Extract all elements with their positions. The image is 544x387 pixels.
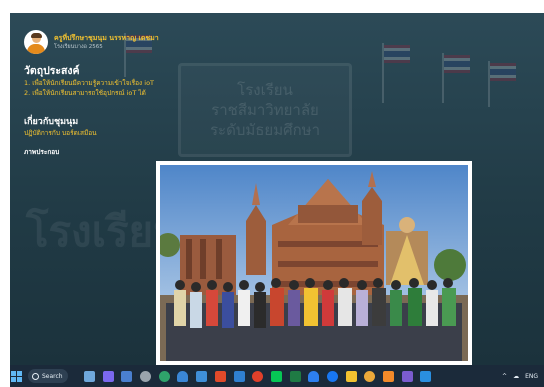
vscode-icon[interactable] — [420, 370, 432, 382]
onedrive-icon[interactable] — [177, 370, 189, 382]
search-icon — [32, 372, 39, 380]
illustration-photo-frame — [156, 161, 472, 365]
office-icon[interactable] — [214, 370, 226, 382]
about-text: ปฏิบัติการกับ บอร์ดเสมือน — [24, 129, 97, 137]
file-explorer-icon[interactable] — [84, 370, 95, 382]
chevron-up-icon[interactable]: ^ — [502, 373, 507, 380]
cloud-icon[interactable]: ☁ — [513, 373, 519, 380]
excel-icon[interactable] — [289, 370, 301, 382]
taskbar-apps — [84, 370, 439, 382]
facebook-icon[interactable] — [326, 370, 338, 382]
onedrive-blue-icon[interactable] — [308, 370, 320, 382]
slide: โรงเรียน ราชสีมาวิทยาลัย ระดับมัธยมศึกษา… — [10, 13, 544, 365]
objective-item: 1. เพื่อให้นักเรียนมีความรู้ความเข้าใจเร… — [24, 79, 155, 87]
flag-icon — [384, 45, 410, 63]
objective-item: 2. เพื่อให้นักเรียนสามารถใช้อุปกรณ์ ioT … — [24, 89, 146, 97]
presenter-header: ครูที่ปรึกษาชุมนุม นรรหาญ เดชมา โรงเรียน… — [24, 29, 159, 55]
system-tray: ^ ☁ ENG — [496, 365, 538, 387]
chrome-icon[interactable] — [364, 370, 376, 382]
avatar — [24, 30, 48, 54]
line-icon[interactable] — [270, 370, 282, 382]
mango-icon[interactable] — [383, 370, 394, 382]
background-sign: โรงเรียน ราชสีมาวิทยาลัย ระดับมัธยมศึกษา — [178, 63, 352, 157]
temple-group-photo — [160, 165, 468, 361]
taskbar-search[interactable]: Search — [28, 369, 68, 383]
chrome-red-icon[interactable] — [252, 370, 264, 382]
teacher-name: ครูที่ปรึกษาชุมนุม นรรหาญ เดชมา — [54, 33, 159, 42]
taskbar: Search ^ ☁ ENG — [10, 365, 544, 387]
about-title: เกี่ยวกับชุมนุม — [24, 117, 79, 127]
figure-label: ภาพประกอบ — [24, 148, 60, 156]
vscode-purple-icon[interactable] — [401, 370, 413, 382]
flag-icon — [490, 63, 516, 81]
language-indicator[interactable]: ENG — [525, 373, 538, 380]
objectives-title: วัตถุประสงค์ — [24, 65, 80, 77]
notepad-icon[interactable] — [196, 370, 208, 382]
search-label: Search — [42, 372, 63, 380]
flag-icon — [444, 55, 470, 73]
meet-icon[interactable] — [121, 370, 133, 382]
edge-icon[interactable] — [158, 370, 170, 382]
school-name: โรงเรียนบางอ 2565 — [54, 43, 103, 50]
settings-icon[interactable] — [140, 370, 152, 382]
camera-icon[interactable] — [102, 370, 114, 382]
mail-icon[interactable] — [233, 370, 245, 382]
start-button[interactable] — [11, 370, 22, 382]
folder-icon[interactable] — [345, 370, 357, 382]
